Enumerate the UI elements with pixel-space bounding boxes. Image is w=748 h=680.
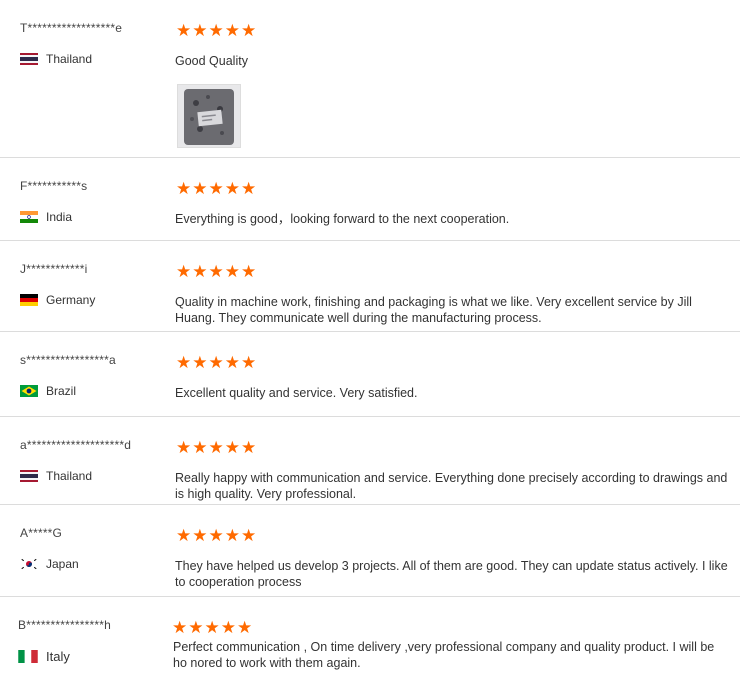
reviewer-name: T******************e [20,21,123,35]
star-icon: ★ [208,179,224,198]
star-icon: ★ [208,353,224,372]
reviewer-country: Germany [20,293,95,307]
star-icon: ★ [192,353,208,372]
star-icon: ★ [208,262,224,281]
review-text: Everything is good，looking forward to th… [175,212,510,226]
review-item: T******************e Thailand ★ ★ ★ ★ ★ … [0,0,740,158]
country-label: Italy [46,649,70,664]
thailand-flag-icon [20,53,38,65]
reviewer-country: Japan [20,557,79,571]
rating-stars: ★ ★ ★ ★ ★ [176,180,256,197]
review-text: Really happy with communication and serv… [175,471,728,501]
star-icon: ★ [176,526,192,545]
review-item: s*****************a Brazil ★ ★ ★ ★ ★ Exc… [0,332,740,417]
star-icon: ★ [208,438,224,457]
review-text: Perfect communication , On time delivery… [173,640,715,670]
star-icon: ★ [224,353,240,372]
star-icon: ★ [237,618,253,637]
italy-flag-icon [18,650,38,663]
review-text: Quality in machine work, finishing and p… [175,295,692,325]
star-icon: ★ [176,353,192,372]
country-label: India [46,210,73,224]
review-photo-thumbnail[interactable] [177,84,241,148]
rating-stars: ★ ★ ★ ★ ★ [176,354,256,371]
review-item: J************i Germany ★ ★ ★ ★ ★ Quality… [0,241,740,332]
star-icon: ★ [241,21,257,40]
rating-stars: ★ ★ ★ ★ ★ [176,527,256,544]
star-icon: ★ [224,526,240,545]
country-label: Japan [46,557,79,571]
star-icon: ★ [208,21,224,40]
star-icon: ★ [176,21,192,40]
reviewer-country: Brazil [20,384,76,398]
star-icon: ★ [192,21,208,40]
thailand-flag-icon [20,470,38,482]
star-icon: ★ [192,438,208,457]
country-label: Germany [46,293,96,307]
review-text: They have helped us develop 3 projects. … [175,559,728,589]
star-icon: ★ [220,618,236,637]
rating-stars: ★ ★ ★ ★ ★ [176,263,256,280]
reviewer-name: s*****************a [20,353,116,367]
germany-flag-icon [20,294,38,306]
country-label: Thailand [46,52,93,66]
star-icon: ★ [176,438,192,457]
star-icon: ★ [204,618,220,637]
country-label: Brazil [46,384,77,398]
review-text: Good Quality [175,54,248,68]
star-icon: ★ [224,262,240,281]
reviewer-name: J************i [20,262,88,276]
country-label: Thailand [46,469,93,483]
star-icon: ★ [176,179,192,198]
star-icon: ★ [224,438,240,457]
reviewer-country: Thailand [20,52,92,66]
rating-stars: ★ ★ ★ ★ ★ [176,22,256,39]
star-icon: ★ [241,179,257,198]
star-icon: ★ [192,179,208,198]
review-item: F***********s India ★ ★ ★ ★ ★ Everything… [0,158,740,241]
star-icon: ★ [176,262,192,281]
korea-flag-icon [20,558,38,570]
india-flag-icon [20,211,38,223]
star-icon: ★ [208,526,224,545]
reviewer-country: Thailand [20,469,92,483]
star-icon: ★ [188,618,204,637]
review-text: Excellent quality and service. Very sati… [175,386,418,400]
brazil-flag-icon [20,385,38,397]
star-icon: ★ [224,179,240,198]
star-icon: ★ [172,618,188,637]
star-icon: ★ [192,262,208,281]
star-icon: ★ [241,438,257,457]
star-icon: ★ [241,526,257,545]
star-icon: ★ [241,262,257,281]
star-icon: ★ [224,21,240,40]
reviewer-name: a********************d [20,438,132,452]
reviewer-country: Italy [18,649,70,664]
review-item: B****************h Italy ★ ★ ★ ★ ★ Perfe… [0,597,740,680]
review-item: a********************d Thailand ★ ★ ★ ★ … [0,417,740,505]
reviewer-name: F***********s [20,179,88,193]
reviewer-name: A*****G [20,526,63,540]
star-icon: ★ [192,526,208,545]
star-icon: ★ [241,353,257,372]
rating-stars: ★ ★ ★ ★ ★ [176,439,256,456]
reviewer-name: B****************h [18,618,111,632]
rating-stars: ★ ★ ★ ★ ★ [172,619,252,636]
reviewer-country: India [20,210,72,224]
review-item: A*****G Japan ★ ★ ★ ★ ★ They have helped… [0,505,740,597]
